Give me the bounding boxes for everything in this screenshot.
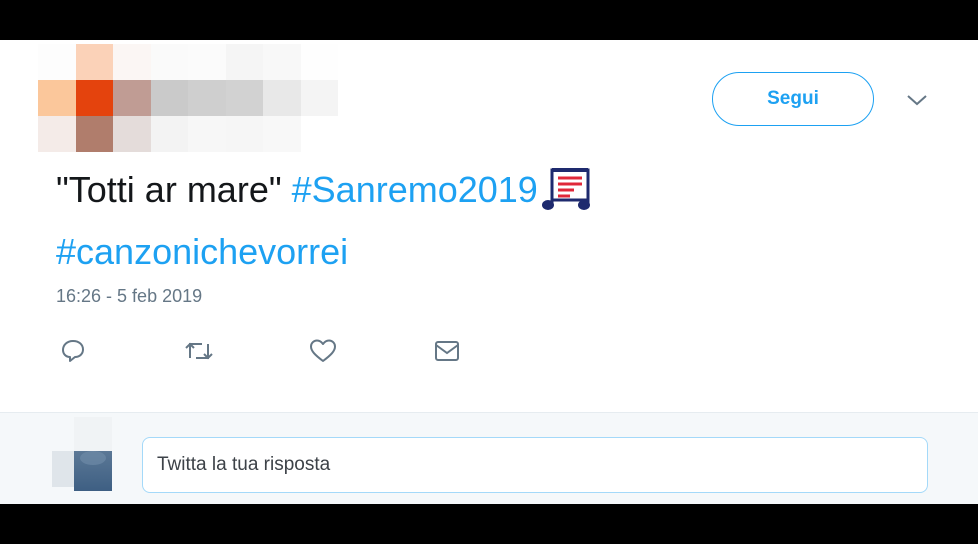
chevron-down-icon <box>907 95 927 106</box>
heart-icon <box>310 339 336 362</box>
direct-message-button[interactable] <box>430 336 464 366</box>
reply-composer <box>0 412 978 504</box>
avatar-edge <box>52 451 74 487</box>
musical-score-icon <box>541 166 594 226</box>
tweet-text: "Totti ar mare" #Sanremo2019 #canzoniche… <box>56 164 756 278</box>
hashtag-link[interactable]: #Sanremo2019 <box>292 169 538 210</box>
tweet-body: "Totti ar mare" <box>56 169 282 210</box>
user-avatar <box>74 417 112 491</box>
blurred-author-header <box>38 44 338 152</box>
more-options-button[interactable] <box>900 86 934 114</box>
tweet-timestamp[interactable]: 16:26 - 5 feb 2019 <box>56 286 202 307</box>
like-button[interactable] <box>306 336 340 366</box>
reply-button[interactable] <box>56 336 90 366</box>
follow-button[interactable]: Segui <box>712 72 874 126</box>
retweet-icon <box>185 342 213 360</box>
reply-icon <box>62 340 84 362</box>
reply-input[interactable] <box>142 437 928 493</box>
envelope-icon <box>435 341 459 361</box>
tweet-card: Segui "Totti ar mare" #Sanremo2019 #canz… <box>0 40 978 412</box>
retweet-button[interactable] <box>182 336 216 366</box>
hashtag-link[interactable]: #canzonichevorrei <box>56 231 348 272</box>
